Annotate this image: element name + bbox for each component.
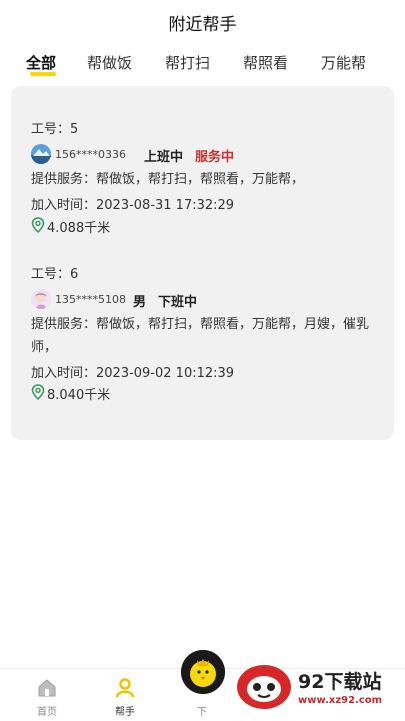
helper-list: 工号：5 156****0336 上班中 服务中 提供服务：帮做饭，帮打扫，帮照… [11,86,394,440]
avatar [31,289,51,309]
home-icon [36,677,58,699]
avatar [31,144,51,164]
page-title: 附近帮手 [168,14,237,35]
tab-cleaning[interactable]: 帮打扫 [165,52,210,73]
tabbar-center-label: 下 [197,707,207,718]
page-header: 附近帮手 [0,0,405,44]
tab-caring[interactable]: 帮照看 [243,52,288,73]
active-tab-indicator [30,72,56,76]
work-status: 下班中 [158,295,198,310]
watermark-url: www.xz92.com [298,695,383,706]
gender: 男 [133,295,147,310]
center-fab-button[interactable] [181,650,225,694]
center-fab-icon [181,650,225,694]
tab-all[interactable]: 全部 [26,52,56,73]
tabbar-helper-label: 帮手 [115,707,135,718]
landscape-avatar-icon [31,144,51,164]
location-pin-icon [31,384,45,401]
watermark-logo-icon [237,665,291,709]
tabbar-home-label: 首页 [37,707,57,718]
tab-all-purpose[interactable]: 万能帮 [321,52,366,73]
job-number: 工号：6 [31,267,79,282]
services-offered: 提供服务：帮做饭，帮打扫，帮照看，万能帮， [31,172,305,187]
phone-number: 156****0336 [55,148,126,161]
join-time: 加入时间：2023-09-02 10:12:39 [31,366,235,381]
helper-card[interactable]: 工号：5 156****0336 上班中 服务中 提供服务：帮做饭，帮打扫，帮照… [31,118,381,238]
tab-cooking[interactable]: 帮做饭 [87,52,132,73]
distance: 4.088千米 [47,221,111,236]
watermark-title: 92下载站 [298,671,382,693]
location-pin-icon [31,217,45,234]
cartoon-girl-avatar-icon [31,289,51,309]
watermark: 92下载站 www.xz92.com [232,657,402,717]
phone-number: 135****5108 [55,293,126,306]
job-number: 工号：5 [31,122,79,137]
services-offered: 提供服务：帮做饭，帮打扫，帮照看，万能帮，月嫂，催乳师， [31,317,370,355]
helper-icon [114,677,136,699]
tabbar-home[interactable]: 首页 [17,669,77,721]
service-status: 服务中 [195,150,235,165]
category-tabs: 全部 帮做饭 帮打扫 帮照看 万能帮 [0,46,405,82]
join-time: 加入时间：2023-08-31 17:32:29 [31,198,235,213]
distance: 8.040千米 [47,388,111,403]
work-status: 上班中 [144,150,184,165]
helper-card[interactable]: 工号：6 135****5108 男 下班中 提供服务：帮做饭，帮打扫，帮照看，… [31,263,381,408]
tabbar-helper[interactable]: 帮手 [95,669,155,721]
